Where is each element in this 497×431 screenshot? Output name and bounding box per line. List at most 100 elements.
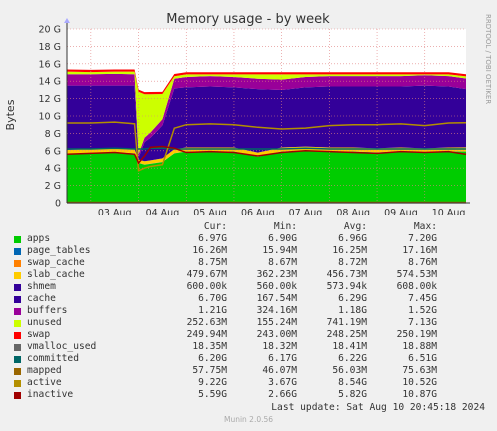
legend-cur: 8.75M <box>198 257 227 268</box>
legend-series-name: swap <box>27 329 51 340</box>
legend-cur: 5.59G <box>198 389 227 400</box>
legend-swatch <box>14 343 21 351</box>
legend-avg: 573.94k <box>326 281 367 292</box>
memory-chart: Memory usage - by week Bytes RRDTOOL / T… <box>4 12 492 215</box>
line-committed <box>67 147 466 150</box>
legend-swatch <box>14 295 21 303</box>
legend-series-name: committed <box>27 353 79 364</box>
x-tick-label: 09 Aug <box>384 208 418 215</box>
legend-avg: 1.18G <box>338 305 367 316</box>
legend-series-name: apps <box>27 233 51 244</box>
legend-max: 608.00k <box>396 281 437 292</box>
legend-min: 6.17G <box>268 353 297 364</box>
y-tick-label: 12 G <box>39 94 61 105</box>
legend-avg: 8.54G <box>338 377 367 388</box>
legend-cur: 16.26M <box>192 245 227 256</box>
legend-row-active: active 9.22G 3.67G 8.54G 10.52G <box>10 377 490 389</box>
legend-swatch <box>14 283 21 291</box>
y-tick-label: 6 G <box>45 146 61 157</box>
stacked-areas <box>67 69 466 203</box>
legend-cur: 6.97G <box>198 233 227 244</box>
legend-series-name: unused <box>27 317 62 328</box>
x-tick-label: 03 Aug <box>98 208 132 215</box>
munin-version: Munin 2.0.56 <box>223 415 274 424</box>
legend-max: 1.52G <box>408 305 437 316</box>
legend-cur: 600.00k <box>186 281 227 292</box>
legend-series-name: swap_cache <box>27 257 85 268</box>
legend-header-avg: Avg: <box>343 221 367 232</box>
legend-swatch <box>14 247 21 255</box>
legend-header-max: Max: <box>413 221 437 232</box>
y-tick-label: 8 G <box>45 129 61 140</box>
x-axis-ticks: 03 Aug 04 Aug 05 Aug 06 Aug 07 Aug 08 Aug 09 A… <box>98 208 466 215</box>
x-tick-label: 08 Aug <box>336 208 370 215</box>
legend-cur: 1.21G <box>198 305 227 316</box>
legend-swatch <box>14 259 21 267</box>
legend-row-committed: committed 6.20G 6.17G 6.22G 6.51G <box>10 353 490 365</box>
legend-max: 8.76M <box>408 257 437 268</box>
legend-avg: 8.72M <box>338 257 367 268</box>
legend-min: 15.94M <box>262 245 297 256</box>
y-tick-label: 4 G <box>45 164 61 175</box>
legend-avg: 5.82G <box>338 389 367 400</box>
legend-max: 7.13G <box>408 317 437 328</box>
legend-header-cur: Cur: <box>203 221 227 232</box>
legend-cur: 249.94M <box>186 329 227 340</box>
y-tick-label: 16 G <box>39 59 61 70</box>
legend-avg: 16.25M <box>332 245 367 256</box>
legend-min: 8.67M <box>268 257 297 268</box>
legend-swatch <box>14 331 21 339</box>
legend-min: 167.54M <box>256 293 297 304</box>
legend-series-name: active <box>27 377 62 388</box>
legend-max: 250.19M <box>396 329 437 340</box>
legend-series-name: page_tables <box>27 245 91 256</box>
legend-row-mapped: mapped 57.75M 46.07M 56.03M 75.63M <box>10 365 490 377</box>
legend-row-cache: cache 6.70G 167.54M 6.29G 7.45G <box>10 293 490 305</box>
legend-max: 7.20G <box>408 233 437 244</box>
legend-row-shmem: shmem 600.00k 560.00k 573.94k 608.00k <box>10 281 490 293</box>
legend-max: 6.51G <box>408 353 437 364</box>
legend-series-name: cache <box>27 293 56 304</box>
legend-series-name: vmalloc_used <box>27 341 97 352</box>
y-axis-arrow <box>64 18 70 23</box>
legend-row-inactive: inactive 5.59G 2.66G 5.82G 10.87G <box>10 389 490 401</box>
y-tick-label: 18 G <box>39 42 61 53</box>
legend-min: 18.32M <box>262 341 297 352</box>
legend-swatch <box>14 319 21 327</box>
legend-min: 560.00k <box>256 281 297 292</box>
legend-swatch <box>14 391 21 399</box>
legend-series-name: shmem <box>27 281 56 292</box>
legend: Cur: Min: Avg: Max: apps 6.97G 6.90G 6.96G 7… <box>10 221 490 401</box>
legend-avg: 248.25M <box>326 329 367 340</box>
legend-swatch <box>14 235 21 243</box>
y-tick-label: 0 <box>55 199 61 210</box>
legend-cur: 479.67M <box>186 269 227 280</box>
legend-series-name: slab_cache <box>27 269 85 280</box>
legend-max: 7.45G <box>408 293 437 304</box>
legend-cur: 57.75M <box>192 365 227 376</box>
legend-avg: 6.29G <box>338 293 367 304</box>
legend-cur: 6.20G <box>198 353 227 364</box>
x-tick-label: 04 Aug <box>146 208 180 215</box>
legend-header: Cur: Min: Avg: Max: <box>10 221 490 233</box>
legend-series-name: mapped <box>27 365 62 376</box>
legend-cur: 252.63M <box>186 317 227 328</box>
legend-row-page_tables: page_tables 16.26M 15.94M 16.25M 17.16M <box>10 245 490 257</box>
legend-swatch <box>14 379 21 387</box>
x-tick-label: 07 Aug <box>289 208 323 215</box>
legend-min: 243.00M <box>256 329 297 340</box>
legend-avg: 456.73M <box>326 269 367 280</box>
rrdtool-credit: RRDTOOL / TOBI OETIKER <box>484 14 492 104</box>
legend-swatch <box>14 307 21 315</box>
legend-min: 324.16M <box>256 305 297 316</box>
x-tick-label: 10 Aug <box>432 208 466 215</box>
legend-cur: 9.22G <box>198 377 227 388</box>
legend-row-buffers: buffers 1.21G 324.16M 1.18G 1.52G <box>10 305 490 317</box>
legend-max: 574.53M <box>396 269 437 280</box>
last-update: Last update: Sat Aug 10 20:45:18 2024 <box>271 402 485 413</box>
y-axis-ticks: 0 2 G 4 G 6 G 8 G 10 G 12 G 14 G 16 G 18 G 20 G <box>39 25 61 210</box>
legend-cur: 6.70G <box>198 293 227 304</box>
legend-row-swap: swap 249.94M 243.00M 248.25M 250.19M <box>10 329 490 341</box>
legend-row-apps: apps 6.97G 6.90G 6.96G 7.20G <box>10 233 490 245</box>
legend-series-name: inactive <box>27 389 74 400</box>
